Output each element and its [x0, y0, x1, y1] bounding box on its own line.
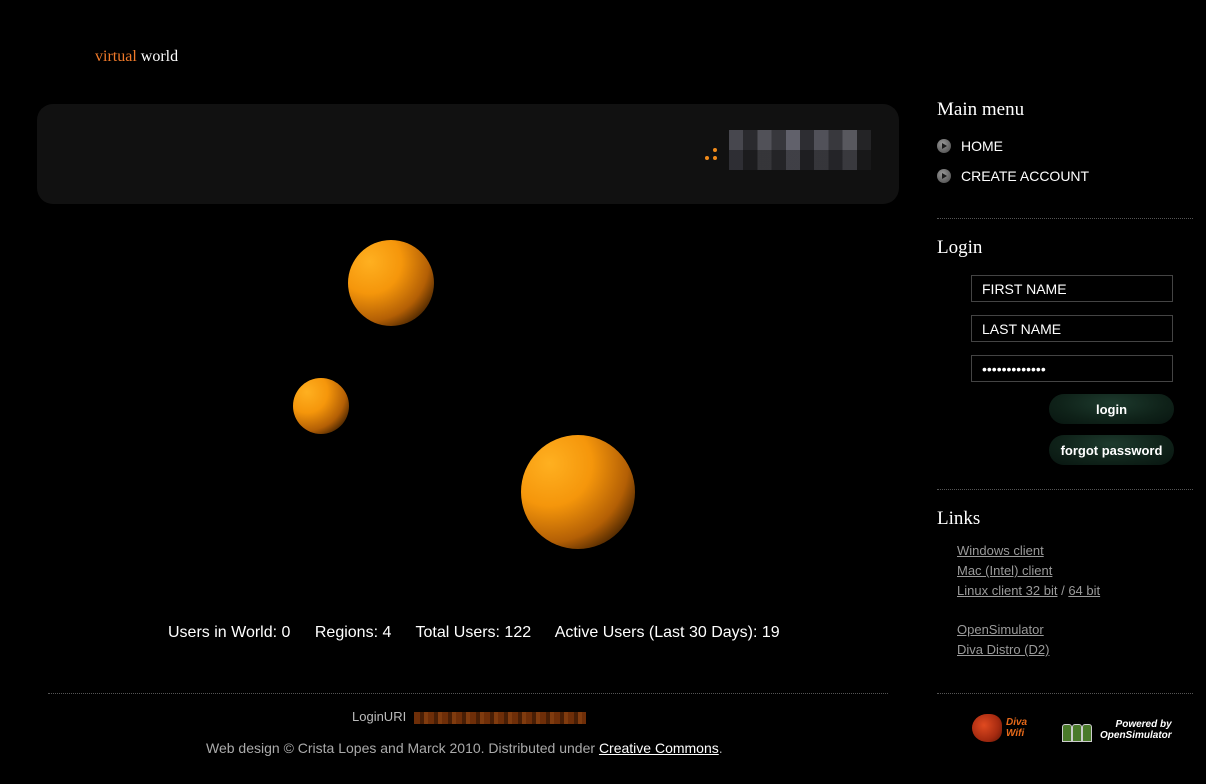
diva-distro-link[interactable]: Diva Distro (D2)	[957, 642, 1049, 657]
arrow-bullet-icon	[937, 139, 951, 153]
page-root: virtual world Users in World: 0 Regions:…	[0, 0, 1206, 784]
header-panel	[37, 104, 899, 204]
logo-main-text: world	[140, 48, 179, 65]
linux-64-link[interactable]: 64 bit	[1068, 583, 1100, 598]
stat-active-users: Active Users (Last 30 Days): 19	[554, 624, 780, 641]
main-menu-heading: Main menu	[937, 99, 1025, 120]
orange-sphere-image	[521, 435, 635, 549]
opensimulator-link[interactable]: OpenSimulator	[957, 622, 1044, 637]
first-name-field[interactable]	[971, 275, 1173, 302]
logo-accent-text: virtual	[95, 48, 137, 65]
grid-stats: Users in World: 0 Regions: 4 Total Users…	[168, 623, 800, 643]
menu-item-home[interactable]: HOME	[937, 138, 1003, 154]
sidebar-divider	[937, 218, 1193, 219]
credits: Web design © Crista Lopes and Marck 2010…	[206, 740, 723, 756]
login-heading: Login	[937, 237, 983, 258]
linux-separator: /	[1061, 583, 1065, 598]
arrow-bullet-icon	[937, 169, 951, 183]
login-uri-label: LoginURI	[352, 709, 407, 724]
sidebar-divider	[937, 489, 1193, 490]
mac-client-link[interactable]: Mac (Intel) client	[957, 563, 1052, 578]
creative-commons-link[interactable]: Creative Commons	[599, 740, 719, 756]
links-heading: Links	[937, 508, 981, 529]
sidebar-divider	[937, 693, 1193, 694]
linux-32-link[interactable]: Linux client 32 bit	[957, 583, 1057, 598]
diva-wifi-text: Diva Wifi	[1006, 717, 1028, 739]
linux-client-links: Linux client 32 bit / 64 bit	[957, 583, 1100, 598]
site-logo[interactable]: virtual world	[95, 47, 178, 67]
credits-prefix: Web design © Crista Lopes and Marck 2010…	[206, 740, 599, 756]
password-field[interactable]	[971, 355, 1173, 382]
orange-sphere-image	[348, 240, 434, 326]
forgot-password-button[interactable]: forgot password	[1049, 435, 1174, 465]
last-name-field[interactable]	[971, 315, 1173, 342]
stat-total-users: Total Users: 122	[415, 624, 532, 641]
menu-item-label: CREATE ACCOUNT	[961, 168, 1090, 184]
login-uri-redacted-value	[413, 711, 586, 724]
menu-item-create-account[interactable]: CREATE ACCOUNT	[937, 168, 1089, 184]
powered-by-opensimulator-badge[interactable]: Powered by OpenSimulator	[1060, 716, 1175, 744]
login-uri: LoginURI	[352, 709, 586, 724]
diva-fish-icon	[972, 714, 1002, 742]
powered-by-text: Powered by OpenSimulator	[1100, 719, 1172, 741]
header-dots-icon	[703, 144, 725, 164]
credits-suffix: .	[718, 740, 723, 756]
windows-client-link[interactable]: Windows client	[957, 543, 1044, 558]
stat-regions: Regions: 4	[314, 624, 392, 641]
redacted-grid-name	[729, 130, 871, 170]
menu-item-label: HOME	[961, 138, 1003, 154]
orange-sphere-image	[293, 378, 349, 434]
diva-wifi-badge[interactable]: Diva Wifi	[972, 712, 1032, 744]
footer-divider	[48, 693, 888, 694]
stat-users-in-world: Users in World: 0	[168, 624, 291, 641]
opensimulator-icon	[1060, 718, 1096, 742]
login-button[interactable]: login	[1049, 394, 1174, 424]
